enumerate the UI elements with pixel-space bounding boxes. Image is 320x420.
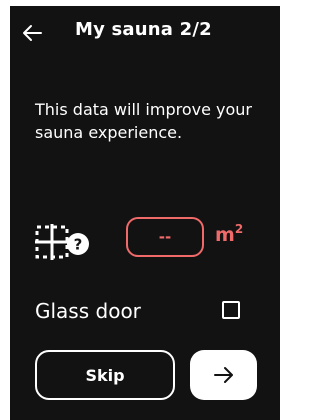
glass-door-checkbox[interactable] [222, 301, 240, 319]
back-button[interactable] [18, 22, 46, 44]
area-value: -- [158, 228, 172, 246]
area-unit: m2 [215, 222, 243, 246]
next-button[interactable] [190, 350, 257, 400]
room-area-question-icon: ? [35, 224, 89, 260]
page-title: My sauna 2/2 [75, 19, 212, 40]
skip-button[interactable]: Skip [35, 350, 175, 400]
arrow-left-icon [23, 25, 42, 41]
glass-door-label: Glass door [35, 299, 141, 323]
screen: My sauna 2/2 This data will improve your… [10, 6, 280, 420]
area-input[interactable]: -- [126, 217, 204, 257]
unit-exponent: 2 [234, 222, 244, 236]
unit-base: m [215, 224, 235, 246]
header: My sauna 2/2 [10, 6, 280, 58]
svg-text:?: ? [74, 236, 83, 254]
description-text: This data will improve your sauna experi… [35, 100, 252, 142]
skip-label: Skip [85, 365, 125, 385]
arrow-right-icon [213, 367, 233, 383]
